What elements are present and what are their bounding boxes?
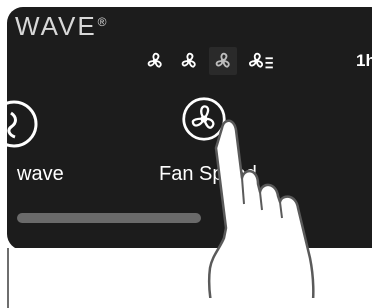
brand-logo: WAVE® xyxy=(15,13,109,39)
fan-speed-low-icon[interactable] xyxy=(141,47,169,75)
mode-scroll-indicator[interactable] xyxy=(17,213,201,223)
pointing-hand-icon xyxy=(200,108,340,308)
fan-speed-medium-icon[interactable] xyxy=(175,47,203,75)
brand-mark: ® xyxy=(97,15,109,29)
fan-speed-high-icon[interactable] xyxy=(209,47,237,75)
fan-speed-auto-icon[interactable] xyxy=(243,47,277,75)
wave-mode-label[interactable]: wave xyxy=(17,163,64,186)
brand-name: WAVE xyxy=(15,11,97,41)
timer-readout[interactable]: 1h xyxy=(356,51,372,71)
wave-mode-icon[interactable] xyxy=(0,99,39,154)
